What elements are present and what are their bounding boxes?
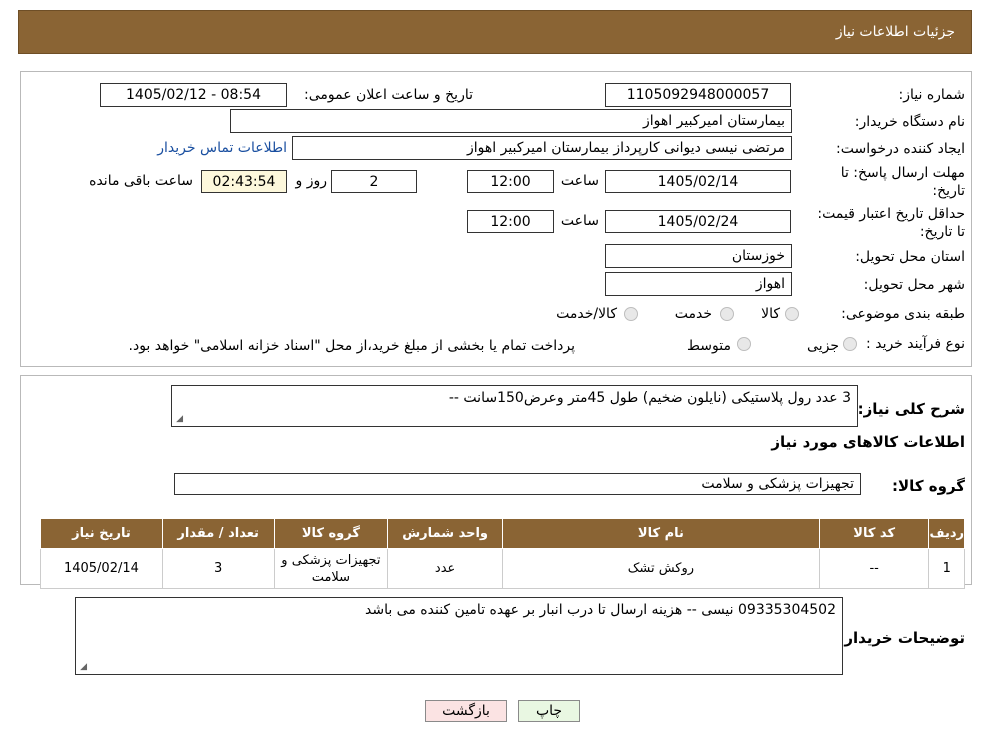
remaining-label: ساعت باقی مانده — [89, 173, 193, 189]
goods-table: ردیف کد کالا نام کالا واحد شمارش گروه کا… — [40, 518, 965, 589]
validity-date-field: 1405/02/24 — [605, 210, 791, 233]
category-option-goods: کالا — [761, 306, 780, 322]
city-field: اهواز — [605, 272, 792, 296]
announce-label: تاریخ و ساعت اعلان عمومی: — [304, 87, 473, 103]
category-radio-service[interactable] — [720, 307, 734, 321]
col-code: کد کالا — [818, 518, 930, 549]
col-group: گروه کالا — [273, 518, 389, 549]
need-number-label: شماره نیاز: — [898, 87, 966, 103]
buyer-notes-field[interactable]: 09335304502 نیسی -- هزینه ارسال تا درب ا… — [75, 597, 843, 675]
validity-time-label: ساعت — [560, 213, 599, 229]
category-label: طبقه بندی موضوعی: — [841, 306, 965, 322]
col-qty: تعداد / مقدار — [161, 518, 275, 549]
buyer-notes-text: 09335304502 نیسی -- هزینه ارسال تا درب ا… — [364, 602, 836, 618]
contact-info-link[interactable]: اطلاعات تماس خریدار — [157, 140, 287, 156]
goods-group-field: تجهیزات پزشکی و سلامت — [174, 473, 861, 495]
creator-label: ایجاد کننده درخواست: — [836, 141, 965, 157]
cell-name: روکش تشک — [501, 548, 820, 589]
deadline-time-field: 12:00 — [467, 170, 554, 193]
remaining-time-field: 02:43:54 — [201, 170, 287, 193]
page-header: جزئیات اطلاعات نیاز — [18, 10, 972, 54]
need-number-field: 1105092948000057 — [605, 83, 791, 107]
creator-field: مرتضی نیسی دیوانی کارپرداز بیمارستان امی… — [292, 136, 792, 160]
announce-field: 1405/02/12 - 08:54 — [100, 83, 287, 107]
category-radio-goods-service[interactable] — [624, 307, 638, 321]
city-label: شهر محل تحویل: — [863, 277, 965, 293]
cell-unit: عدد — [387, 548, 503, 589]
print-button[interactable]: چاپ — [518, 700, 580, 722]
cell-group: تجهیزات پزشکی و سلامت — [273, 548, 389, 589]
process-radio-medium[interactable] — [737, 337, 751, 351]
resize-handle-icon[interactable]: ◢ — [174, 415, 183, 424]
province-label: استان محل تحویل: — [855, 249, 965, 265]
validity-time-field: 12:00 — [467, 210, 554, 233]
category-option-goods-service: کالا/خدمت — [556, 306, 617, 322]
process-option-medium: متوسط — [687, 338, 731, 354]
deadline-time-label: ساعت — [560, 173, 599, 189]
buyer-notes-label: توضیحات خریدار: — [838, 629, 965, 647]
days-field: 2 — [331, 170, 417, 193]
process-radio-minor[interactable] — [843, 337, 857, 351]
goods-group-label: گروه کالا: — [892, 477, 965, 495]
cell-code: -- — [818, 548, 930, 589]
goods-table-header: ردیف کد کالا نام کالا واحد شمارش گروه کا… — [40, 518, 965, 549]
process-label: نوع فرآیند خرید : — [866, 336, 965, 352]
col-name: نام کالا — [501, 518, 820, 549]
page-title: جزئیات اطلاعات نیاز — [835, 24, 955, 40]
description-field[interactable]: 3 عدد رول پلاستیکی (نایلون ضخیم) طول 45م… — [171, 385, 858, 427]
deadline-label: مهلت ارسال پاسخ: تا تاریخ: — [840, 165, 965, 199]
back-button[interactable]: بازگشت — [425, 700, 507, 722]
col-date: تاریخ نیاز — [40, 518, 163, 549]
category-radio-goods[interactable] — [785, 307, 799, 321]
deadline-date-field: 1405/02/14 — [605, 170, 791, 193]
cell-qty: 3 — [161, 548, 275, 589]
col-row: ردیف — [928, 518, 965, 549]
validity-label: حداقل تاریخ اعتبار قیمت: تا تاریخ: — [817, 206, 965, 240]
buyer-label: نام دستگاه خریدار: — [854, 114, 965, 130]
goods-section-title: اطلاعات کالاهای مورد نیاز — [771, 433, 965, 451]
category-option-service: خدمت — [674, 306, 712, 322]
province-field: خوزستان — [605, 244, 792, 268]
table-row: 1 -- روکش تشک عدد تجهیزات پزشکی و سلامت … — [40, 548, 965, 589]
description-label: شرح کلی نیاز: — [857, 400, 965, 418]
description-text: 3 عدد رول پلاستیکی (نایلون ضخیم) طول 45م… — [448, 390, 851, 406]
cell-row: 1 — [928, 548, 965, 589]
col-unit: واحد شمارش — [387, 518, 503, 549]
process-option-minor: جزیی — [807, 338, 839, 354]
treasury-note: پرداخت تمام یا بخشی از مبلغ خرید،از محل … — [128, 338, 575, 354]
buyer-field: بیمارستان امیرکبیر اهواز — [230, 109, 792, 133]
cell-date: 1405/02/14 — [40, 548, 163, 589]
resize-handle-icon[interactable]: ◢ — [78, 663, 87, 672]
days-label: روز و — [295, 173, 328, 189]
